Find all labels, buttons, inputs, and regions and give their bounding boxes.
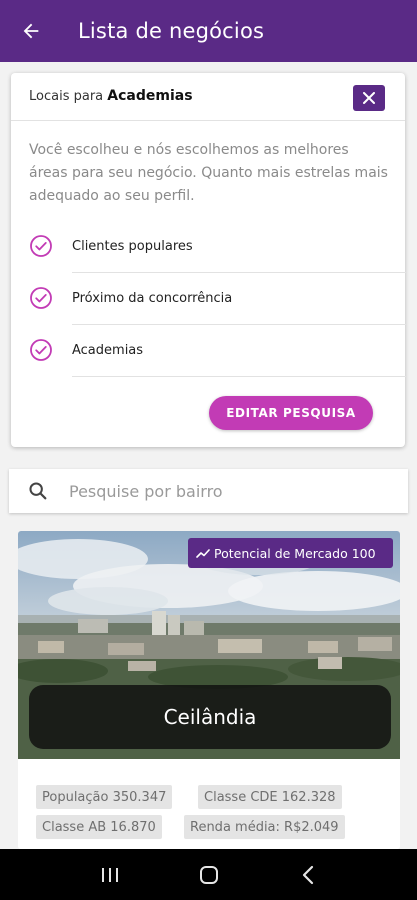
card-header: Locais para Academias: [11, 73, 405, 121]
edit-search-button[interactable]: EDITAR PESQUISA: [209, 396, 373, 430]
place-photo: Potencial de Mercado 100 Ceilândia: [18, 531, 400, 759]
place-stats: População 350.347 Classe CDE 162.328 Cla…: [18, 759, 400, 849]
home-icon: [199, 865, 218, 884]
stat-renda: Renda média: R$2.049: [184, 815, 345, 839]
context-category: Academias: [107, 88, 193, 104]
app-bar: Lista de negócios: [0, 0, 417, 62]
nav-home-button[interactable]: [189, 864, 229, 886]
check-circle-icon: [30, 235, 52, 257]
close-button[interactable]: [353, 85, 385, 111]
criterion-item: Próximo da concorrência: [29, 273, 407, 325]
search-bar: [9, 469, 408, 513]
check-circle-icon: [30, 339, 52, 361]
search-icon-wrap: [9, 480, 67, 502]
criterion-label: Clientes populares: [72, 239, 193, 254]
check-circle-icon: [30, 287, 52, 309]
criterion-label: Academias: [72, 343, 144, 358]
back-button[interactable]: [0, 0, 62, 62]
description-text: Você escolheu e nós escolhemos as melhor…: [29, 142, 388, 204]
criterion-item: Academias: [29, 325, 407, 377]
stat-populacao: População 350.347: [36, 785, 173, 809]
market-potential-badge: Potencial de Mercado 100: [188, 538, 393, 568]
nav-recents-button[interactable]: [90, 866, 130, 884]
close-icon: [363, 92, 375, 104]
trending-up-icon: [196, 549, 210, 558]
recents-icon: [101, 867, 118, 882]
nav-back-button[interactable]: [288, 865, 328, 885]
market-potential-text: Potencial de Mercado 100: [214, 545, 376, 561]
nav-back-icon: [302, 865, 313, 884]
criterion-item: Clientes populares: [29, 221, 407, 273]
search-summary-card: Locais para Academias Você escolheu e nó…: [11, 73, 407, 447]
divider: [72, 376, 407, 377]
system-nav-bar: [0, 849, 417, 900]
place-name: Ceilândia: [29, 685, 391, 749]
context-prefix: Locais para: [29, 89, 104, 104]
criterion-label: Próximo da concorrência: [72, 291, 233, 306]
place-card[interactable]: Potencial de Mercado 100 Ceilândia Popul…: [18, 531, 400, 849]
page-title: Lista de negócios: [78, 19, 265, 43]
stat-classe-cde: Classe CDE 162.328: [198, 785, 342, 809]
stat-classe-ab: Classe AB 16.870: [36, 815, 162, 839]
search-icon: [29, 482, 47, 500]
arrow-left-icon: [23, 23, 39, 39]
search-input[interactable]: [69, 481, 389, 501]
context-label: Locais para Academias: [29, 88, 193, 104]
